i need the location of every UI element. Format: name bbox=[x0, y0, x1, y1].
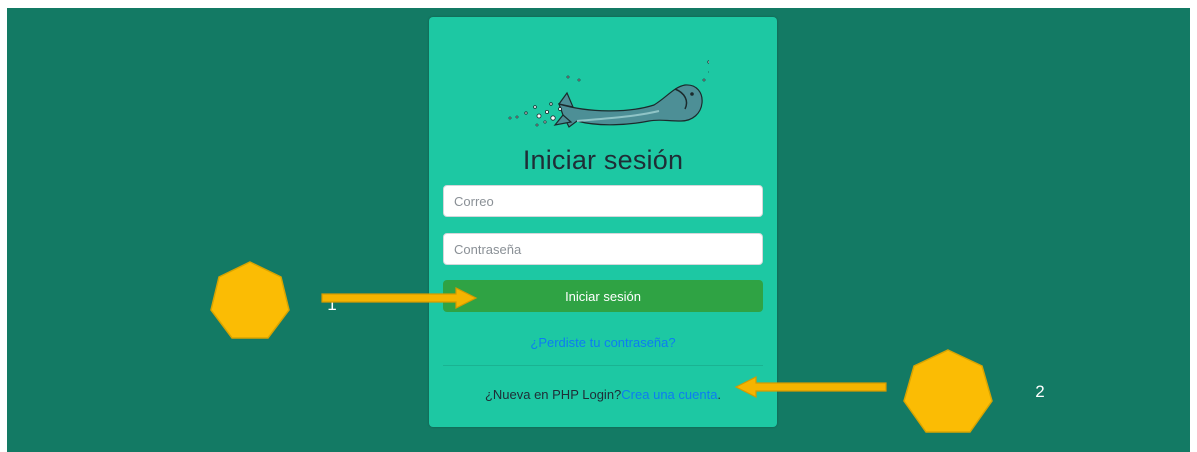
heptagon-marker-icon bbox=[210, 261, 290, 339]
signup-prompt-text: ¿Nueva en PHP Login? bbox=[484, 387, 622, 402]
signup-suffix: . bbox=[717, 387, 722, 402]
dolphin-icon bbox=[508, 60, 709, 128]
annotation-number: 2 bbox=[1035, 382, 1045, 401]
heptagon-marker-icon bbox=[903, 349, 993, 433]
arrow-right-icon bbox=[321, 287, 478, 309]
forgot-password-link[interactable]: ¿Perdiste tu contraseña? bbox=[429, 335, 777, 350]
annotation-marker-2: 2 bbox=[902, 348, 1045, 434]
arrow-left-icon bbox=[734, 376, 887, 398]
annotation-marker-1: 1 bbox=[209, 260, 337, 340]
divider bbox=[443, 365, 763, 366]
email-field[interactable] bbox=[443, 185, 763, 217]
signup-link[interactable]: Crea una cuenta bbox=[621, 387, 717, 402]
page-title: Iniciar sesión bbox=[522, 145, 684, 175]
password-field[interactable] bbox=[443, 233, 763, 265]
login-button[interactable]: Iniciar sesión bbox=[443, 280, 763, 312]
login-card: Iniciar sesión Iniciar sesión ¿Perdiste … bbox=[429, 17, 777, 427]
signup-prompt: ¿Nueva en PHP Login?Crea una cuenta. bbox=[429, 387, 777, 402]
